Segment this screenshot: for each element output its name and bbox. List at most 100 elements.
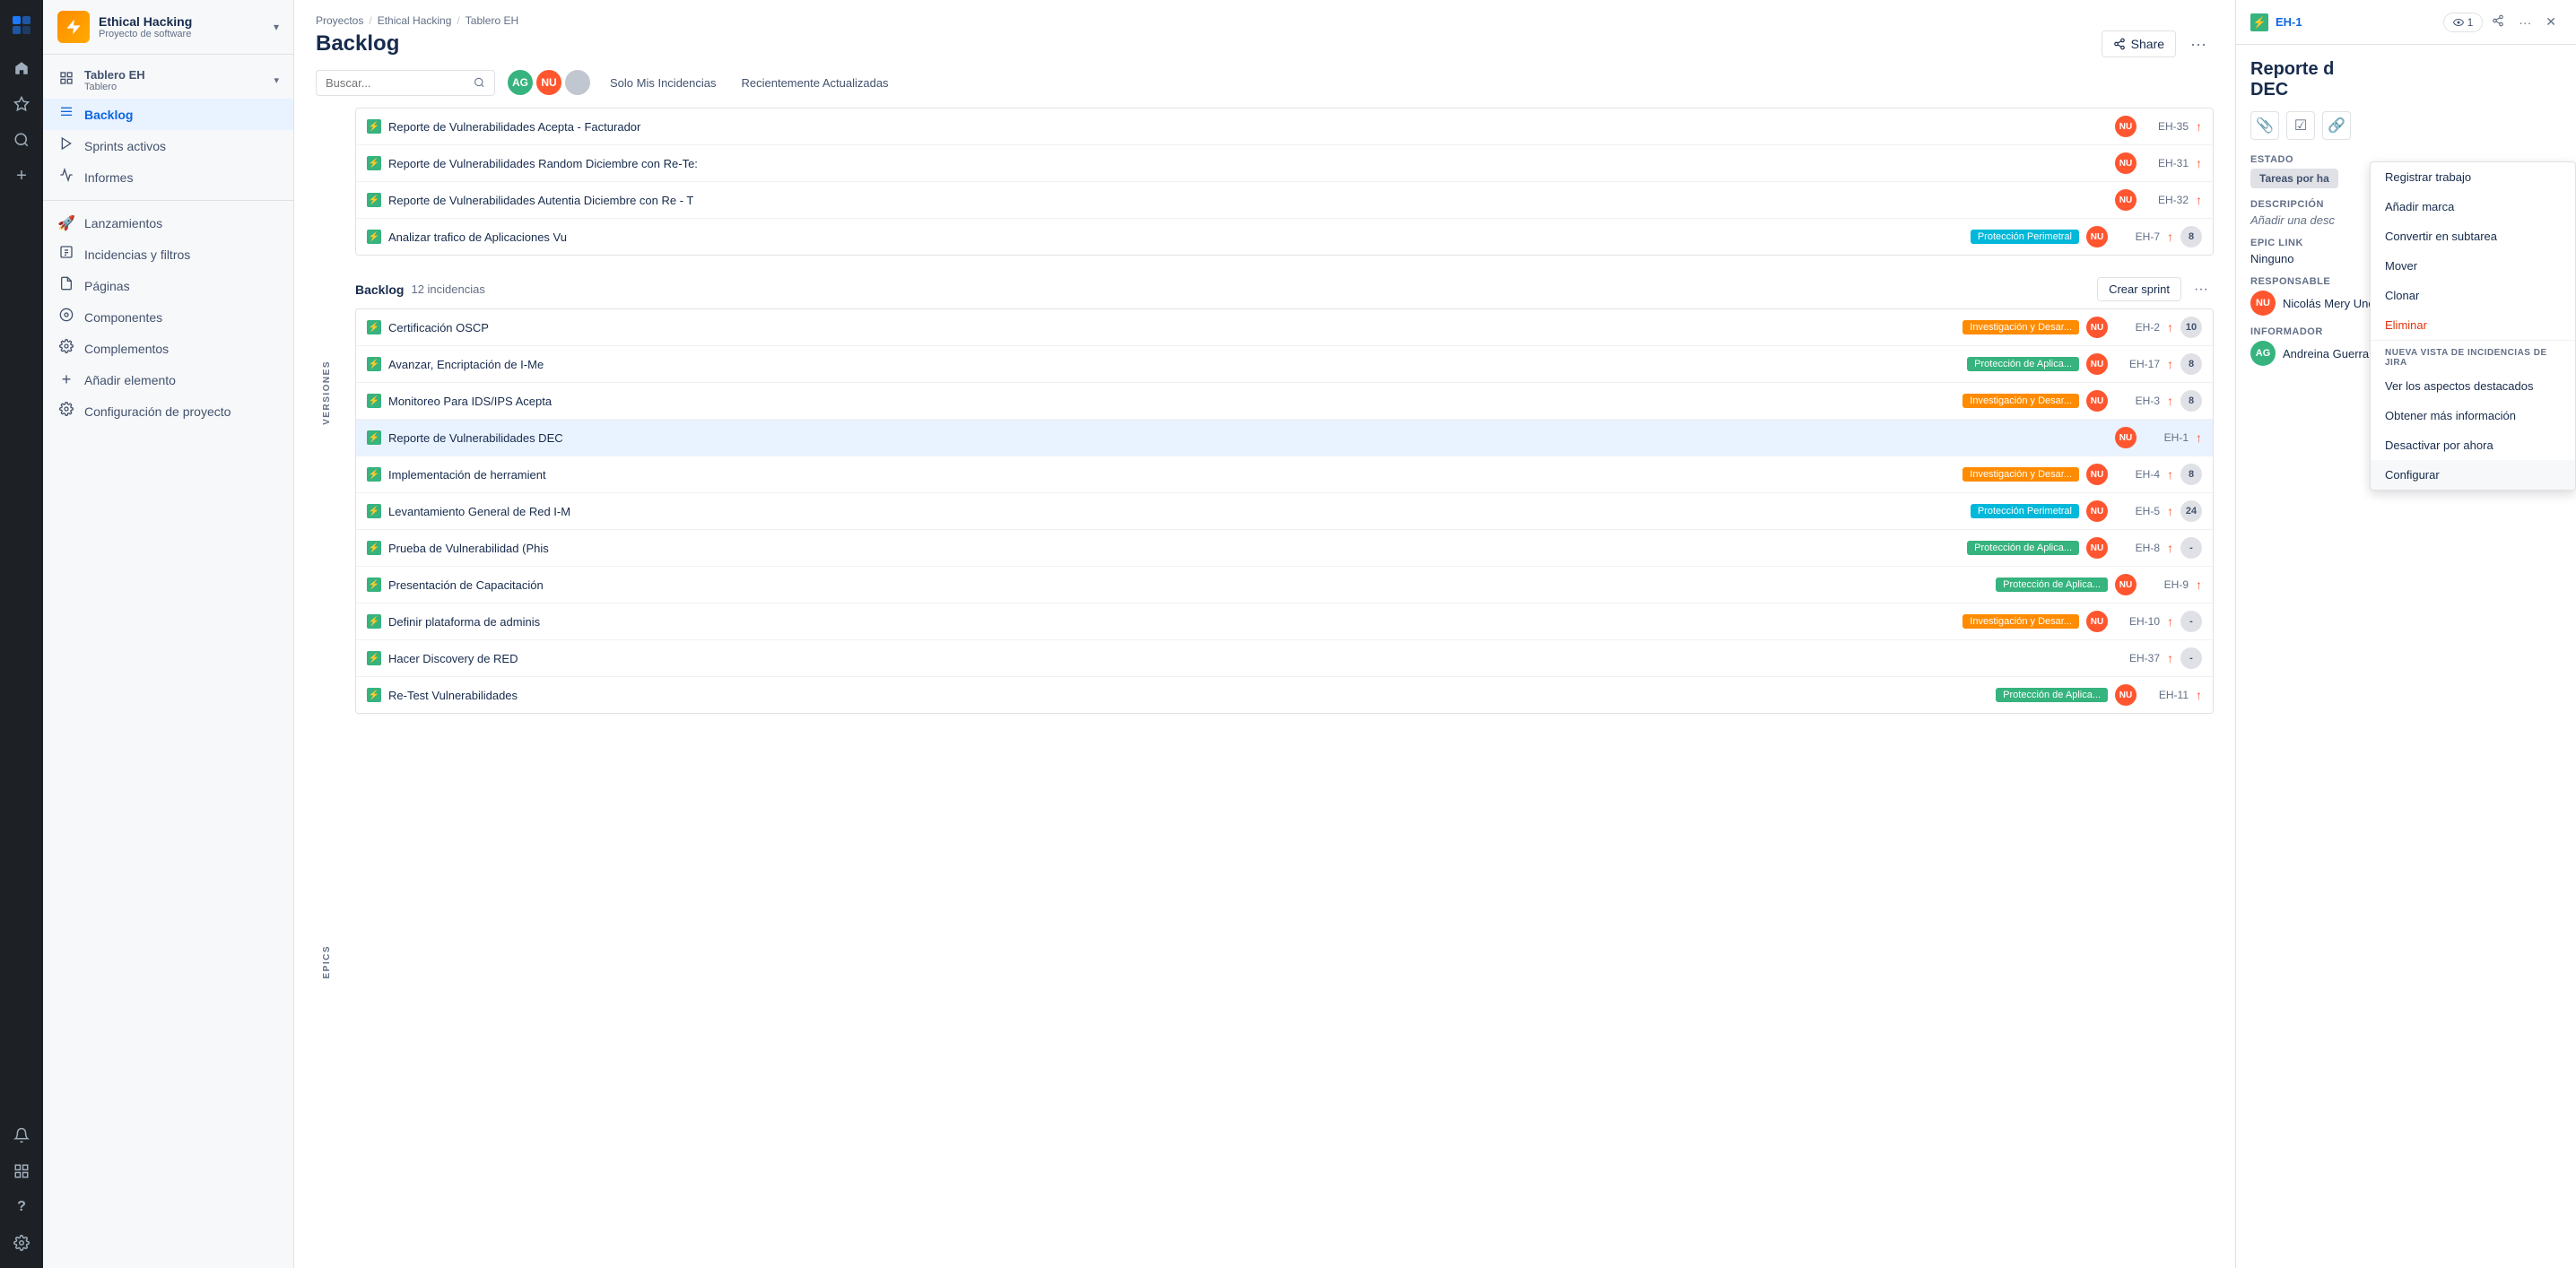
table-row[interactable]: ⚡ Prueba de Vulnerabilidad (Phis Protecc…	[356, 530, 2213, 567]
app-logo[interactable]	[7, 11, 36, 39]
table-row[interactable]: ⚡ Analizar trafico de Aplicaciones Vu Pr…	[356, 219, 2213, 255]
context-menu-obtener-info[interactable]: Obtener más información	[2371, 401, 2575, 430]
table-row[interactable]: ⚡ Hacer Discovery de RED EH-37 ↑ -	[356, 640, 2213, 677]
sidebar-item-config[interactable]: Configuración de proyecto	[43, 395, 293, 427]
project-header[interactable]: Ethical Hacking Proyecto de software ▾	[43, 0, 293, 55]
issues-table: ⚡ Certificación OSCP Investigación y Des…	[355, 308, 2214, 714]
sidebar-item-informes-label: Informes	[84, 170, 133, 185]
issue-type-icon: ⚡	[367, 394, 381, 408]
story-points: 8	[2180, 226, 2202, 248]
link-button[interactable]: 🔗	[2322, 111, 2351, 140]
breadcrumb-tablero[interactable]: Tablero EH	[466, 14, 518, 27]
avatar-unknown[interactable]	[563, 68, 592, 97]
tablero-chevron-icon: ▾	[274, 74, 279, 86]
search-icon-inner	[474, 76, 485, 89]
tag-badge: Protección Perimetral	[1971, 230, 2079, 244]
issue-type-icon: ⚡	[367, 156, 381, 170]
priority-icon: ↑	[2196, 193, 2202, 207]
help-icon[interactable]: ?	[7, 1193, 36, 1221]
sidebar-item-lanzamientos[interactable]: 🚀 Lanzamientos	[43, 208, 293, 239]
avatar-ag[interactable]: AG	[506, 68, 535, 97]
checklist-button[interactable]: ☑	[2286, 111, 2315, 140]
share-button[interactable]: Share	[2102, 30, 2176, 57]
sidebar-item-backlog[interactable]: Backlog	[43, 99, 293, 130]
pre-rows: ⚡ Reporte de Vulnerabilidades Acepta - F…	[355, 108, 2214, 256]
settings-bottom-icon[interactable]	[7, 1229, 36, 1257]
star-icon[interactable]	[7, 90, 36, 118]
backlog-more-button[interactable]: ···	[2189, 280, 2214, 300]
sidebar-item-paginas[interactable]: Páginas	[43, 270, 293, 301]
versiones-label-block: VERSIONES	[316, 108, 337, 677]
issue-type-icon: ⚡	[367, 541, 381, 555]
priority-icon: ↑	[2167, 651, 2173, 665]
panel-title: Reporte dDEC	[2250, 59, 2562, 100]
search-input[interactable]	[326, 76, 468, 90]
plus-icon[interactable]: +	[7, 161, 36, 190]
table-row[interactable]: ⚡ Reporte de Vulnerabilidades DEC NU EH-…	[356, 420, 2213, 456]
anadir-icon: +	[57, 370, 75, 389]
sidebar-item-complementos[interactable]: Complementos	[43, 333, 293, 364]
issue-key: EH-11	[2144, 689, 2189, 701]
page-title: Backlog	[316, 31, 399, 56]
recientemente-button[interactable]: Recientemente Actualizadas	[735, 73, 896, 93]
context-menu-convertir[interactable]: Convertir en subtarea	[2371, 221, 2575, 251]
table-row[interactable]: ⚡ Reporte de Vulnerabilidades Acepta - F…	[356, 109, 2213, 145]
assignee-avatar: NU	[2086, 226, 2108, 248]
panel-icon-group: 1 ··· ✕	[2443, 11, 2562, 33]
sidebar-item-sprints[interactable]: Sprints activos	[43, 130, 293, 161]
table-row[interactable]: ⚡ Implementación de herramient Investiga…	[356, 456, 2213, 493]
table-row[interactable]: ⚡ Avanzar, Encriptación de I-Me Protecci…	[356, 346, 2213, 383]
context-menu-anadir-marca[interactable]: Añadir marca	[2371, 192, 2575, 221]
table-row[interactable]: ⚡ Re-Test Vulnerabilidades Protección de…	[356, 677, 2213, 713]
bell-icon[interactable]	[7, 1121, 36, 1150]
story-points: 8	[2180, 390, 2202, 412]
more-options-button[interactable]: ···	[2183, 31, 2214, 57]
context-menu-eliminar[interactable]: Eliminar	[2371, 310, 2575, 340]
issue-summary: Certificación OSCP	[388, 321, 1955, 334]
issue-key: EH-1	[2144, 431, 2189, 444]
table-row[interactable]: ⚡ Presentación de Capacitación Protecció…	[356, 567, 2213, 604]
home-icon[interactable]	[7, 54, 36, 83]
estado-badge[interactable]: Tareas por ha	[2250, 169, 2338, 188]
table-row[interactable]: ⚡ Reporte de Vulnerabilidades Autentia D…	[356, 182, 2213, 219]
priority-icon: ↑	[2196, 156, 2202, 170]
assignee-avatar: NU	[2086, 464, 2108, 485]
backlog-header: Backlog 12 incidencias Crear sprint ···	[355, 270, 2214, 308]
breadcrumb-proyectos[interactable]: Proyectos	[316, 14, 363, 27]
grid-icon[interactable]	[7, 1157, 36, 1185]
watch-button[interactable]: 1	[2443, 13, 2484, 32]
avatar-nu[interactable]: NU	[535, 68, 563, 97]
context-menu-registrar[interactable]: Registrar trabajo	[2371, 162, 2575, 192]
breadcrumb-ethical-hacking[interactable]: Ethical Hacking	[378, 14, 452, 27]
mis-incidencias-button[interactable]: Solo Mis Incidencias	[603, 73, 724, 93]
sidebar-item-anadir[interactable]: + Añadir elemento	[43, 364, 293, 395]
search-icon[interactable]	[7, 126, 36, 154]
sidebar-item-tablero[interactable]: Tablero EH Tablero ▾	[43, 62, 293, 99]
sidebar-item-incidencias[interactable]: Incidencias y filtros	[43, 239, 293, 270]
issue-key: EH-35	[2144, 120, 2189, 133]
avatar-filter-group: AG NU	[506, 68, 592, 97]
table-row[interactable]: ⚡ Certificación OSCP Investigación y Des…	[356, 309, 2213, 346]
sidebar-item-informes[interactable]: Informes	[43, 161, 293, 193]
context-menu-desactivar[interactable]: Desactivar por ahora	[2371, 430, 2575, 460]
create-sprint-button[interactable]: Crear sprint	[2097, 277, 2181, 301]
context-menu-configurar[interactable]: Configurar	[2371, 460, 2575, 490]
context-menu-ver-aspectos[interactable]: Ver los aspectos destacados	[2371, 371, 2575, 401]
table-row[interactable]: ⚡ Monitoreo Para IDS/IPS Acepta Investig…	[356, 383, 2213, 420]
table-row[interactable]: ⚡ Definir plataforma de adminis Investig…	[356, 604, 2213, 640]
issue-summary: Definir plataforma de adminis	[388, 615, 1955, 629]
attach-button[interactable]: 📎	[2250, 111, 2279, 140]
assignee-avatar: NU	[2115, 152, 2137, 174]
panel-more-button[interactable]: ···	[2513, 12, 2537, 33]
context-menu-clonar[interactable]: Clonar	[2371, 281, 2575, 310]
issue-key: EH-2	[2115, 321, 2160, 334]
table-row[interactable]: ⚡ Levantamiento General de Red I-M Prote…	[356, 493, 2213, 530]
context-menu-mover[interactable]: Mover	[2371, 251, 2575, 281]
sidebar-item-componentes[interactable]: Componentes	[43, 301, 293, 333]
priority-icon: ↑	[2167, 357, 2173, 371]
close-panel-button[interactable]: ✕	[2540, 11, 2562, 33]
assignee-avatar: NU	[2086, 500, 2108, 522]
issue-key: EH-9	[2144, 578, 2189, 591]
table-row[interactable]: ⚡ Reporte de Vulnerabilidades Random Dic…	[356, 145, 2213, 182]
share-panel-button[interactable]	[2486, 11, 2510, 33]
